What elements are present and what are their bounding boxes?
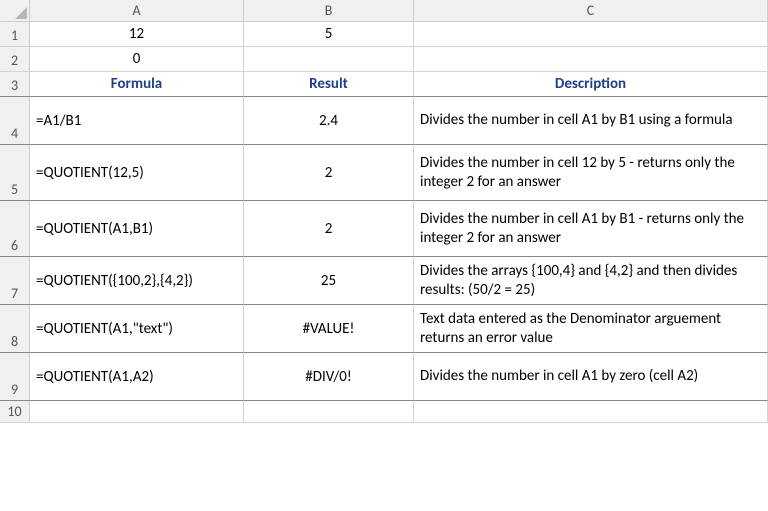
cell-c8[interactable]: Text data entered as the Denominator arg…	[414, 305, 768, 353]
cell-a4[interactable]: =A1/B1	[30, 97, 244, 145]
cell-b6[interactable]: 2	[244, 201, 414, 257]
cell-b10[interactable]	[244, 401, 414, 423]
cell-a10[interactable]	[30, 401, 244, 423]
select-all-corner[interactable]	[0, 0, 30, 22]
row-header-6[interactable]: 6	[0, 201, 30, 257]
cell-b7[interactable]: 25	[244, 257, 414, 305]
row-header-3[interactable]: 3	[0, 72, 30, 97]
col-header-a[interactable]: A	[30, 0, 244, 22]
row-header-2[interactable]: 2	[0, 47, 30, 72]
select-all-icon	[15, 7, 27, 19]
header-result[interactable]: Result	[244, 72, 414, 97]
row-header-7[interactable]: 7	[0, 257, 30, 305]
col-header-c[interactable]: C	[414, 0, 768, 22]
cell-b8[interactable]: #VALUE!	[244, 305, 414, 353]
cell-a7[interactable]: =QUOTIENT({100,2},{4,2})	[30, 257, 244, 305]
cell-a2[interactable]: 0	[30, 47, 244, 72]
cell-a5[interactable]: =QUOTIENT(12,5)	[30, 145, 244, 201]
cell-c6[interactable]: Divides the number in cell A1 by B1 - re…	[414, 201, 768, 257]
row-header-9[interactable]: 9	[0, 353, 30, 401]
cell-b9[interactable]: #DIV/0!	[244, 353, 414, 401]
cell-c10[interactable]	[414, 401, 768, 423]
cell-b5[interactable]: 2	[244, 145, 414, 201]
cell-b2[interactable]	[244, 47, 414, 72]
header-description[interactable]: Description	[414, 72, 768, 97]
cell-a8[interactable]: =QUOTIENT(A1,"text")	[30, 305, 244, 353]
cell-a6[interactable]: =QUOTIENT(A1,B1)	[30, 201, 244, 257]
cell-c2[interactable]	[414, 47, 768, 72]
row-header-10[interactable]: 10	[0, 401, 30, 423]
cell-b1[interactable]: 5	[244, 22, 414, 47]
row-header-1[interactable]: 1	[0, 22, 30, 47]
col-header-b[interactable]: B	[244, 0, 414, 22]
cell-c7[interactable]: Divides the arrays {100,4} and {4,2} and…	[414, 257, 768, 305]
row-header-5[interactable]: 5	[0, 145, 30, 201]
spreadsheet-grid: A B C 1 12 5 2 0 3 Formula Result Descri…	[0, 0, 768, 423]
row-header-8[interactable]: 8	[0, 305, 30, 353]
cell-a9[interactable]: =QUOTIENT(A1,A2)	[30, 353, 244, 401]
cell-c5[interactable]: Divides the number in cell 12 by 5 - ret…	[414, 145, 768, 201]
cell-b4[interactable]: 2.4	[244, 97, 414, 145]
cell-c4[interactable]: Divides the number in cell A1 by B1 usin…	[414, 97, 768, 145]
cell-a1[interactable]: 12	[30, 22, 244, 47]
header-formula[interactable]: Formula	[30, 72, 244, 97]
row-header-4[interactable]: 4	[0, 97, 30, 145]
cell-c9[interactable]: Divides the number in cell A1 by zero (c…	[414, 353, 768, 401]
cell-c1[interactable]	[414, 22, 768, 47]
